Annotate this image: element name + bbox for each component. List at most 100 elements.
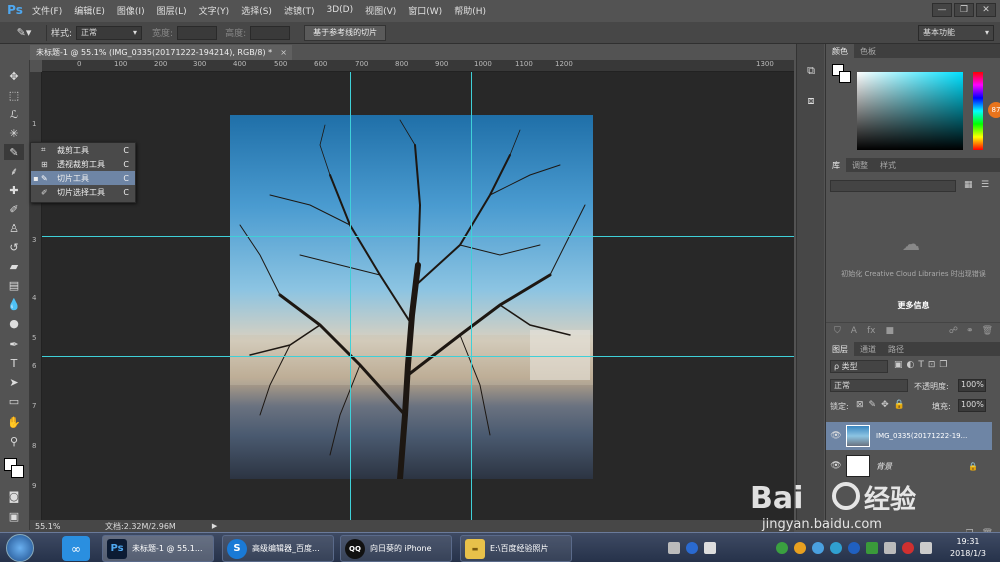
document-tab[interactable]: 未标题-1 @ 55.1% (IMG_0335(20171222-194214)… <box>30 45 292 60</box>
eyedropper-tool-icon[interactable]: ⸙ <box>4 163 24 179</box>
tab-libraries[interactable]: 库 <box>826 158 846 172</box>
taskbar-item-qq[interactable]: QQ 向日葵的 iPhone <box>340 535 452 562</box>
play-arrow-icon[interactable]: ▶ <box>212 522 217 530</box>
tray-app-icon[interactable] <box>830 542 842 554</box>
network-icon[interactable] <box>884 542 896 554</box>
history-brush-tool-icon[interactable]: ↺ <box>4 239 24 255</box>
add-color-icon[interactable]: ■ <box>885 326 894 336</box>
tab-swatches[interactable]: 色板 <box>854 44 882 58</box>
rectangle-tool-icon[interactable]: ▭ <box>4 393 24 409</box>
close-button[interactable]: ✕ <box>976 3 996 17</box>
clock[interactable]: 19:31 2018/1/3 <box>940 536 996 560</box>
slice-tool-icon[interactable]: ✎ <box>4 144 24 160</box>
screen-mode-icon[interactable]: ▣ <box>4 508 24 524</box>
zoom-tool-icon[interactable]: ⚲ <box>4 433 24 449</box>
hue-slider[interactable] <box>973 72 983 150</box>
fill-field[interactable]: 100% <box>958 399 986 412</box>
gradient-tool-icon[interactable]: ▤ <box>4 277 24 293</box>
blur-tool-icon[interactable]: 💧 <box>4 296 24 312</box>
flyout-item-slice-select[interactable]: ✐ 切片选择工具 C <box>31 185 135 199</box>
blend-mode-select[interactable]: 正常 <box>830 379 908 392</box>
dodge-tool-icon[interactable]: ● <box>4 315 24 331</box>
flyout-item-slice[interactable]: ▪ ✎ 切片工具 C <box>31 171 135 185</box>
baidu-netdisk-icon[interactable]: ∞ <box>62 536 90 561</box>
close-icon[interactable]: × <box>280 48 287 57</box>
flyout-item-perspective-crop[interactable]: ⊞ 透视裁剪工具 C <box>31 157 135 171</box>
more-info-link[interactable]: 更多信息 <box>826 300 1000 311</box>
minimize-button[interactable]: — <box>932 3 952 17</box>
layer-filter-icons[interactable]: ▣◐T⊡❐ <box>894 360 994 373</box>
eraser-tool-icon[interactable]: ▰ <box>4 258 24 274</box>
lasso-tool-icon[interactable]: ℒ <box>4 106 24 122</box>
opacity-field[interactable]: 100% <box>958 379 986 392</box>
path-selection-tool-icon[interactable]: ➤ <box>4 374 24 390</box>
menu-help[interactable]: 帮助(H) <box>448 4 492 17</box>
magic-wand-tool-icon[interactable]: ✳ <box>4 125 24 141</box>
quick-mask-icon[interactable]: ◙ <box>4 488 24 504</box>
lock-icons[interactable]: ⊠✎✥🔒 <box>856 400 916 412</box>
hand-tool-icon[interactable]: ✋ <box>4 414 24 430</box>
layer-row[interactable]: 👁 IMG_0335(20171222-19... <box>826 422 992 450</box>
menu-file[interactable]: 文件(F) <box>26 4 68 17</box>
help-icon[interactable] <box>686 542 698 554</box>
grid-view-icon[interactable]: ▦ <box>964 180 976 192</box>
menu-3d[interactable]: 3D(D) <box>320 5 359 15</box>
list-view-icon[interactable]: ☰ <box>981 180 993 192</box>
move-tool-icon[interactable]: ✥ <box>4 68 24 84</box>
eye-icon[interactable]: 👁 <box>826 461 846 471</box>
eye-icon[interactable]: 👁 <box>826 431 846 441</box>
history-panel-icon[interactable]: ⧉ <box>802 62 820 80</box>
menu-layer[interactable]: 图层(L) <box>151 4 193 17</box>
tab-paths[interactable]: 路径 <box>882 342 910 356</box>
menu-filter[interactable]: 滤镜(T) <box>278 4 321 17</box>
guide-vertical[interactable] <box>471 72 472 520</box>
color-field[interactable] <box>857 72 963 150</box>
layer-filter-select[interactable]: ρ 类型 <box>830 360 888 373</box>
taskbar-item-folder[interactable]: ▬ E:\百度经验照片 <box>460 535 572 562</box>
tray-app-icon[interactable] <box>794 542 806 554</box>
tab-adjustments[interactable]: 调整 <box>846 158 874 172</box>
bluetooth-icon[interactable] <box>848 542 860 554</box>
brush-tool-icon[interactable]: ✐ <box>4 201 24 217</box>
cc-icon[interactable]: ☍ <box>949 326 958 336</box>
taskbar-item-photoshop[interactable]: Ps 未标题-1 @ 55.1... <box>102 535 214 562</box>
tray-alert-icon[interactable] <box>902 542 914 554</box>
menu-view[interactable]: 视图(V) <box>359 4 402 17</box>
marquee-tool-icon[interactable]: ⬚ <box>4 87 24 103</box>
notes-icon[interactable] <box>704 542 716 554</box>
taskbar-item-browser[interactable]: S 高级编辑器_百度... <box>222 535 334 562</box>
pen-tool-icon[interactable]: ✒ <box>4 336 24 352</box>
start-button-icon[interactable] <box>6 534 34 562</box>
height-field[interactable] <box>250 25 291 40</box>
menu-image[interactable]: 图像(I) <box>111 4 151 17</box>
link-icon[interactable]: ⚭ <box>966 326 974 336</box>
tab-layers[interactable]: 图层 <box>826 342 854 356</box>
slice-tool-preset-icon[interactable]: ✎▾ <box>6 24 42 42</box>
guide-horizontal[interactable] <box>42 236 794 237</box>
type-tool-icon[interactable]: T <box>4 355 24 371</box>
canvas-area[interactable] <box>42 72 794 520</box>
zoom-level[interactable]: 55.1% <box>35 522 79 531</box>
add-layer-style-icon[interactable]: fx <box>867 326 876 336</box>
volume-icon[interactable] <box>920 542 932 554</box>
tray-app-icon[interactable] <box>812 542 824 554</box>
guide-vertical[interactable] <box>350 72 351 520</box>
layer-row[interactable]: 👁 背景 🔒 <box>826 452 992 480</box>
security-shield-icon[interactable] <box>866 542 878 554</box>
restore-button[interactable]: ❐ <box>954 3 974 17</box>
background-color-swatch[interactable] <box>11 465 24 478</box>
menu-edit[interactable]: 编辑(E) <box>68 4 111 17</box>
menu-type[interactable]: 文字(Y) <box>193 4 236 17</box>
stamp-tool-icon[interactable]: ♙ <box>4 220 24 236</box>
trash-icon[interactable]: 🗑 <box>982 326 993 336</box>
keyboard-icon[interactable] <box>668 542 680 554</box>
menu-window[interactable]: 窗口(W) <box>402 4 448 17</box>
background-swatch[interactable] <box>839 71 851 83</box>
properties-panel-icon[interactable]: ⧈ <box>802 92 820 110</box>
guide-horizontal[interactable] <box>42 356 794 357</box>
healing-brush-tool-icon[interactable]: ✚ <box>4 182 24 198</box>
style-select[interactable]: 正常 ▾ <box>76 25 143 40</box>
tray-app-icon[interactable] <box>776 542 788 554</box>
tab-color[interactable]: 颜色 <box>826 44 854 58</box>
flyout-item-crop[interactable]: ⌗ 裁剪工具 C <box>31 143 135 157</box>
